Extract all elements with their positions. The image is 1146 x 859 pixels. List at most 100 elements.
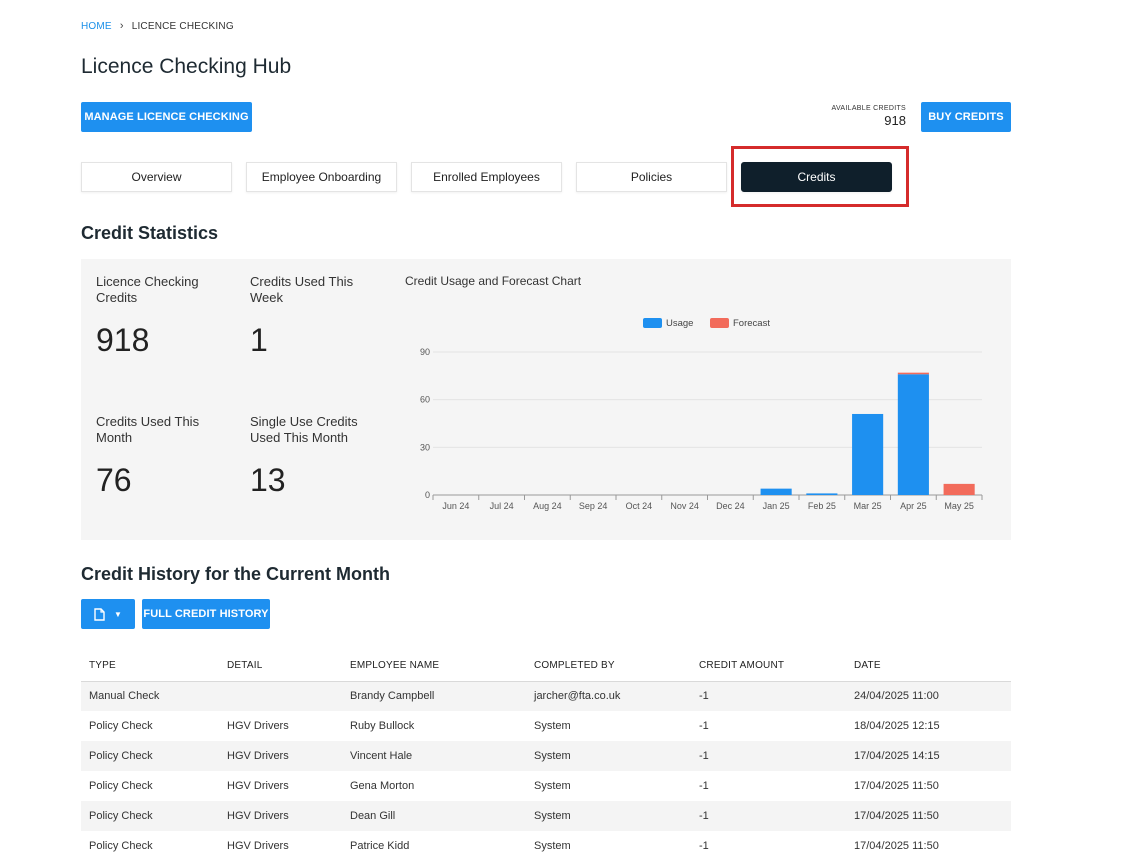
x-tick-label: Sep 24 bbox=[579, 501, 608, 511]
credit-history-title: Credit History for the Current Month bbox=[81, 564, 390, 584]
legend-label-forecast: Forecast bbox=[733, 318, 770, 329]
cell-completed-by: jarcher@fta.co.uk bbox=[526, 681, 691, 711]
cell-completed-by: System bbox=[534, 720, 571, 732]
cell-credit-amount: -1 bbox=[691, 681, 846, 711]
stat-label: Licence Checking Credits bbox=[96, 274, 199, 305]
cell-date: 17/04/2025 14:15 bbox=[846, 741, 1011, 771]
y-tick-label: 60 bbox=[420, 395, 430, 405]
cell-completed-by: System bbox=[526, 801, 691, 831]
document-icon bbox=[94, 607, 105, 621]
column-header-employee-name[interactable]: EMPLOYEE NAME bbox=[342, 650, 526, 682]
table-row: Policy Check HGV Drivers Gena Morton System… bbox=[81, 771, 1011, 801]
cell-employee-name: Ruby Bullock bbox=[350, 720, 415, 732]
stat-value: 13 bbox=[250, 462, 286, 498]
cell-credit-amount: -1 bbox=[699, 780, 709, 792]
breadcrumb-home-link[interactable]: HOME bbox=[81, 21, 112, 32]
x-tick-label: Aug 24 bbox=[533, 501, 562, 511]
cell-employee-name: Vincent Hale bbox=[342, 741, 526, 771]
cell-completed-by: System bbox=[534, 780, 571, 792]
available-credits-label: AVAILABLE CREDITS bbox=[831, 105, 906, 112]
page-title: Licence Checking Hub bbox=[81, 55, 292, 78]
table-row: Policy Check HGV Drivers Dean Gill System -1… bbox=[81, 801, 1011, 831]
cell-completed-by: System bbox=[534, 840, 571, 852]
stat-label: Credits Used This Week bbox=[250, 274, 354, 305]
cell-date: 18/04/2025 12:15 bbox=[854, 720, 940, 732]
credit-history-table: TYPE DETAIL EMPLOYEE NAME COMPLETED BY C… bbox=[81, 650, 1011, 859]
x-tick-label: Jan 25 bbox=[763, 501, 790, 511]
cell-completed-by: System bbox=[526, 741, 691, 771]
cell-date: 17/04/2025 11:50 bbox=[846, 801, 1011, 831]
cell-type: Policy Check bbox=[81, 801, 219, 831]
chart-title: Credit Usage and Forecast Chart bbox=[405, 274, 582, 288]
cell-employee-name: Gena Morton bbox=[350, 780, 415, 792]
full-credit-history-button[interactable]: FULL CREDIT HISTORY bbox=[142, 599, 270, 629]
y-tick-label: 30 bbox=[420, 442, 430, 452]
cell-employee-name: Dean Gill bbox=[342, 801, 526, 831]
cell-detail: HGV Drivers bbox=[219, 741, 342, 771]
column-header-credit-amount[interactable]: CREDIT AMOUNT bbox=[691, 650, 846, 682]
cell-detail bbox=[219, 681, 342, 711]
bar-usage bbox=[897, 374, 929, 495]
caret-down-icon: ▼ bbox=[113, 609, 123, 619]
table-row: Policy Check HGV Drivers Ruby Bullock Syste… bbox=[81, 711, 1011, 741]
legend-label-usage: Usage bbox=[666, 318, 693, 329]
x-tick-label: Oct 24 bbox=[626, 501, 653, 511]
cell-type: Policy Check bbox=[89, 720, 153, 732]
stat-value: 918 bbox=[96, 322, 150, 358]
table-header-row: TYPE DETAIL EMPLOYEE NAME COMPLETED BY C… bbox=[81, 650, 1011, 682]
export-dropdown-button[interactable]: ▼ bbox=[81, 599, 135, 629]
table-row: Manual Check Brandy Campbell jarcher@fta.c… bbox=[81, 681, 1011, 711]
tab-bar: Overview Employee Onboarding Enrolled Em… bbox=[81, 162, 892, 192]
available-credits: AVAILABLE CREDITS 918 bbox=[832, 105, 906, 128]
x-tick-label: Nov 24 bbox=[670, 501, 699, 511]
tab-employee-onboarding[interactable]: Employee Onboarding bbox=[246, 162, 397, 192]
stat-value: 1 bbox=[250, 322, 268, 358]
bar-forecast bbox=[943, 483, 975, 495]
chevron-right-icon: › bbox=[119, 20, 124, 32]
x-tick-label: Apr 25 bbox=[900, 501, 927, 511]
stat-label: Single Use Credits Used This Month bbox=[250, 414, 358, 445]
x-tick-label: Jun 24 bbox=[442, 501, 469, 511]
cell-credit-amount: -1 bbox=[691, 801, 846, 831]
breadcrumb: HOME › LICENCE CHECKING bbox=[81, 20, 234, 32]
cell-employee-name: Brandy Campbell bbox=[342, 681, 526, 711]
cell-credit-amount: -1 bbox=[691, 741, 846, 771]
bar-usage bbox=[806, 493, 838, 495]
cell-credit-amount: -1 bbox=[699, 720, 709, 732]
manage-licence-checking-button[interactable]: MANAGE LICENCE CHECKING bbox=[81, 102, 252, 132]
credit-usage-chart: Usage Forecast 0 30 60 90 Jun 24 Jul 24 Aug 24 Se… bbox=[420, 318, 983, 511]
table-row: Policy Check HGV Drivers Patrice Kidd Syste… bbox=[81, 831, 1011, 859]
stat-credits-used-this-week: Credits Used This Week 1 bbox=[250, 274, 380, 359]
y-tick-label: 0 bbox=[425, 490, 430, 500]
available-credits-value: 918 bbox=[884, 113, 906, 128]
y-tick-label: 90 bbox=[420, 347, 430, 357]
x-tick-label: May 25 bbox=[944, 501, 974, 511]
stat-single-use-credits-this-month: Single Use Credits Used This Month 13 bbox=[250, 414, 380, 499]
cell-credit-amount: -1 bbox=[699, 840, 709, 852]
cell-date: 17/04/2025 11:50 bbox=[854, 780, 939, 792]
cell-date: 17/04/2025 11:50 bbox=[854, 840, 939, 852]
cell-detail: HGV Drivers bbox=[227, 720, 289, 732]
cell-date: 24/04/2025 11:00 bbox=[846, 681, 1011, 711]
stat-licence-checking-credits: Licence Checking Credits 918 bbox=[96, 274, 226, 359]
legend-swatch-usage bbox=[643, 318, 662, 328]
column-header-completed-by[interactable]: COMPLETED BY bbox=[526, 650, 691, 682]
legend-swatch-forecast bbox=[710, 318, 729, 328]
buy-credits-button[interactable]: BUY CREDITS bbox=[921, 102, 1011, 132]
tab-enrolled-employees[interactable]: Enrolled Employees bbox=[411, 162, 562, 192]
tab-credits[interactable]: Credits bbox=[741, 162, 892, 192]
bar-forecast bbox=[897, 372, 929, 375]
cell-detail: HGV Drivers bbox=[227, 840, 289, 852]
x-tick-label: Feb 25 bbox=[808, 501, 836, 511]
breadcrumb-current: LICENCE CHECKING bbox=[131, 20, 234, 32]
tab-policies[interactable]: Policies bbox=[576, 162, 727, 192]
tab-overview[interactable]: Overview bbox=[81, 162, 232, 192]
x-tick-label: Mar 25 bbox=[854, 501, 882, 511]
cell-type: Policy Check bbox=[81, 741, 219, 771]
column-header-type[interactable]: TYPE bbox=[81, 650, 219, 682]
credit-statistics-title: Credit Statistics bbox=[81, 223, 219, 243]
export-button-content: ▼ bbox=[94, 607, 123, 621]
column-header-date[interactable]: DATE bbox=[846, 650, 1011, 682]
cell-type: Policy Check bbox=[89, 840, 153, 852]
column-header-detail[interactable]: DETAIL bbox=[219, 650, 342, 682]
